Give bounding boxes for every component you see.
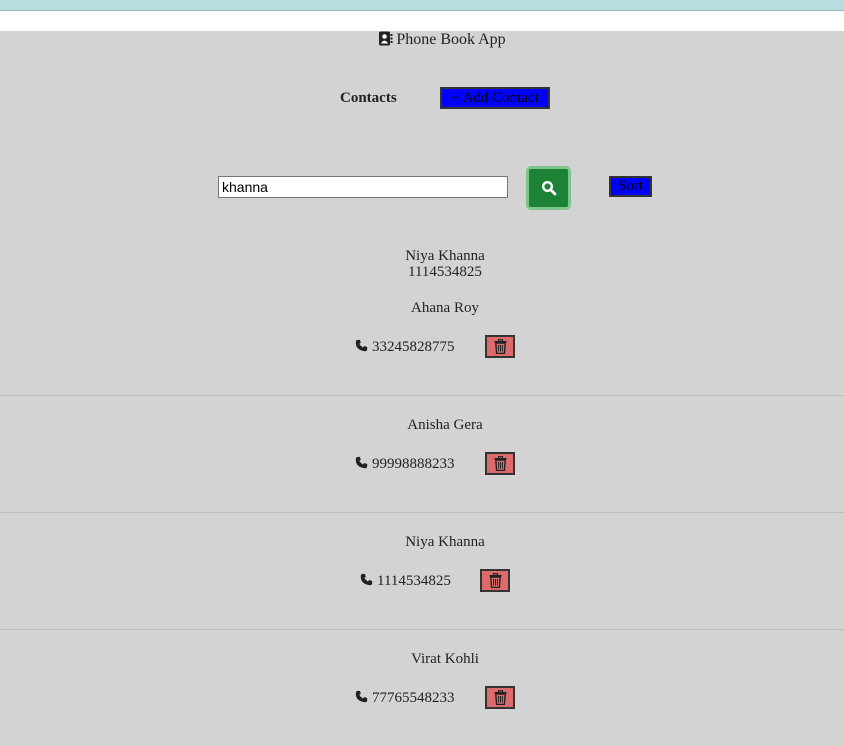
contact-phone: 77765548233 [355,690,455,707]
contact-name: Ahana Roy [411,300,479,316]
contact-item: Virat Kohli 77765548233 [0,629,844,746]
contact-phone-number: 77765548233 [372,690,455,706]
search-result-name: Niya Khanna [405,248,485,264]
trash-icon [494,456,506,471]
sort-button[interactable]: Sort [609,176,652,197]
search-input[interactable] [218,176,508,198]
trash-icon [489,573,501,588]
browser-top-strip [0,0,844,11]
contact-item: Anisha Gera 99998888233 [0,395,844,512]
search-button[interactable] [526,166,571,210]
contact-book-icon [379,31,393,46]
search-result: Niya Khanna 1114534825 [0,248,844,280]
contact-phone: 1114534825 [360,573,451,590]
contact-item: Ahana Roy 33245828775 [0,278,844,395]
contact-phone: 99998888233 [355,456,455,473]
search-icon [541,180,556,196]
contact-name: Virat Kohli [411,651,479,667]
delete-button[interactable] [485,452,515,475]
add-contact-button[interactable]: + Add Contact [440,87,550,109]
contacts-heading: Contacts [340,90,397,106]
contact-phone: 33245828775 [355,339,455,356]
phone-icon [355,690,368,703]
phone-icon [355,339,368,352]
delete-button[interactable] [485,335,515,358]
contact-name: Anisha Gera [407,417,483,433]
phone-icon [355,456,368,469]
contact-phone-number: 99998888233 [372,456,455,472]
contact-phone-number: 33245828775 [372,339,455,355]
trash-icon [494,690,506,705]
contact-name: Niya Khanna [405,534,485,550]
trash-icon [494,339,506,354]
delete-button[interactable] [485,686,515,709]
contact-item: Niya Khanna 1114534825 [0,512,844,629]
header-bar [0,11,844,31]
contact-phone-number: 1114534825 [377,573,451,589]
app-title: Phone Book App [0,31,844,49]
delete-button[interactable] [480,569,510,592]
app-title-text: Phone Book App [396,31,506,48]
phone-icon [360,573,373,586]
